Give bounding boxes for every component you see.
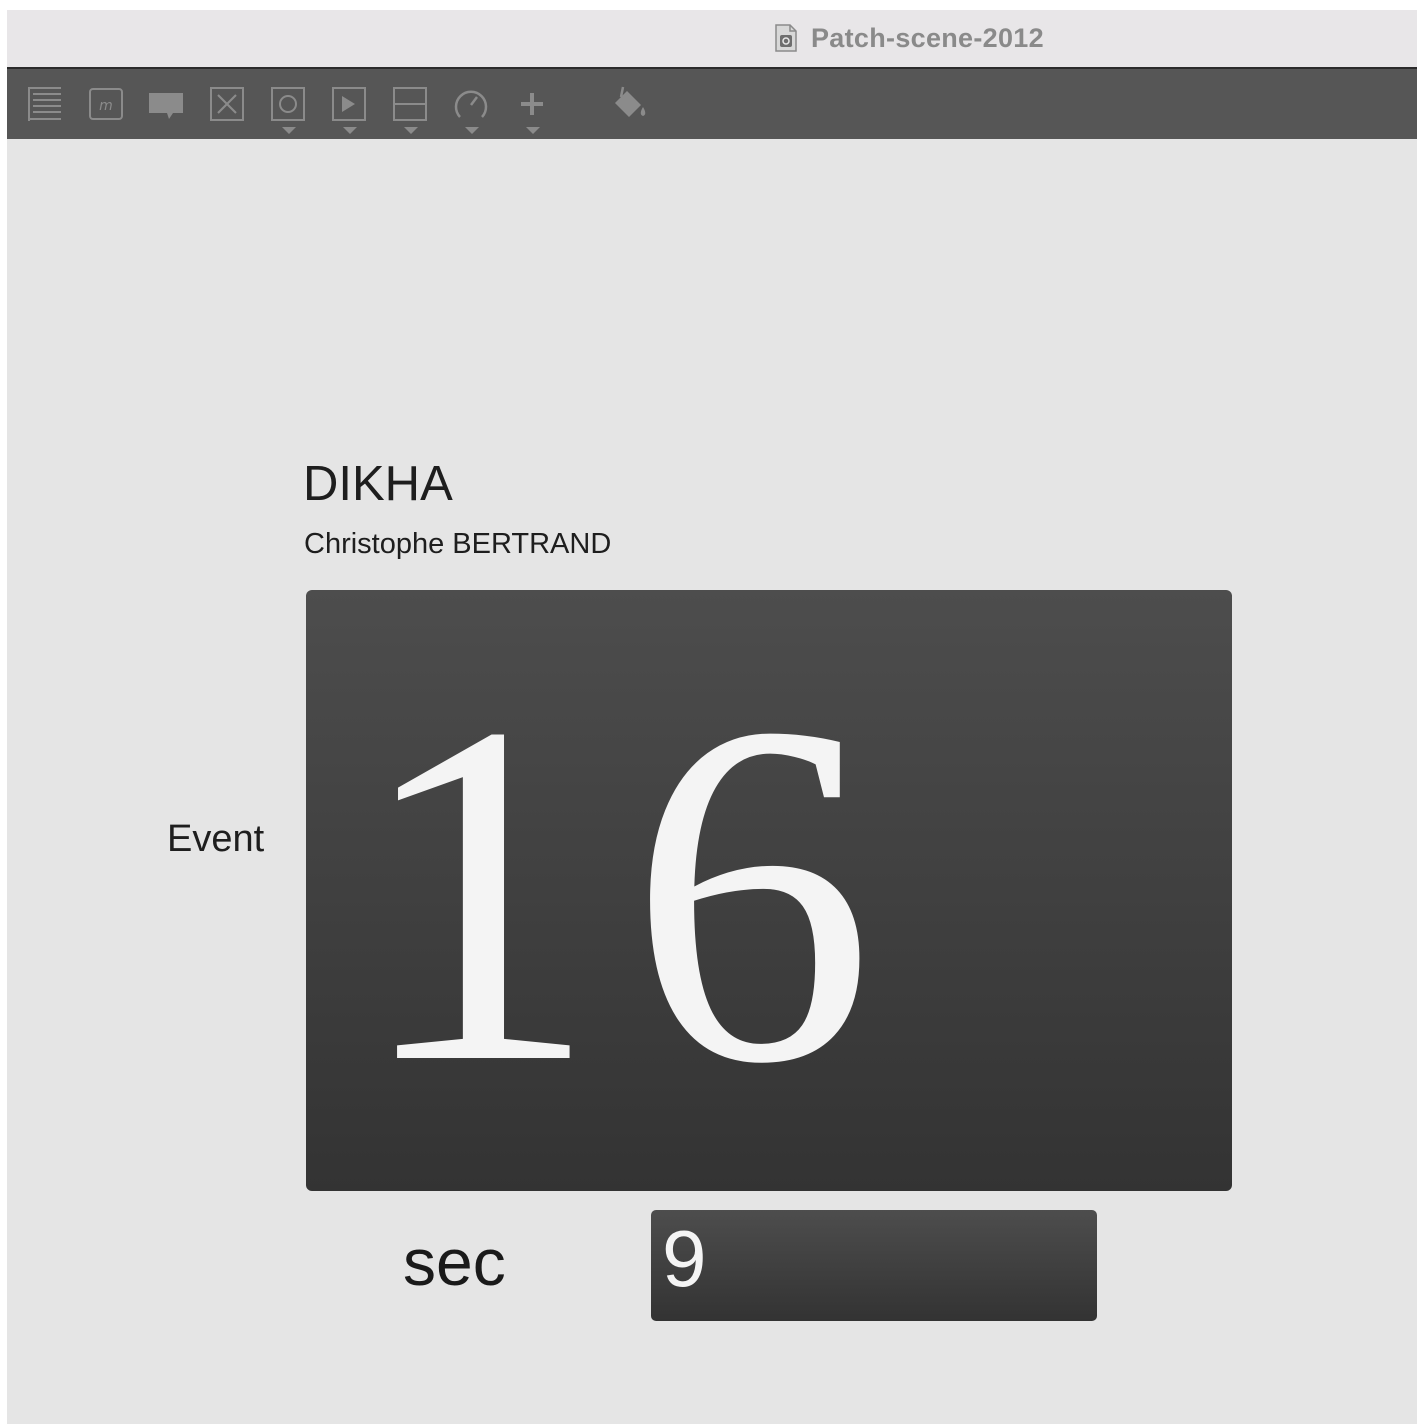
event-number: 16 — [354, 621, 904, 1164]
window-title: Patch-scene-2012 — [811, 22, 1044, 53]
seconds-value: 9 — [662, 1214, 707, 1303]
button-object-icon — [271, 87, 305, 121]
paint-bucket-icon — [615, 86, 646, 117]
toolbar: m — [7, 69, 1417, 139]
event-number-display[interactable]: 16 — [306, 590, 1232, 1191]
composer-name: Christophe BERTRAND — [304, 528, 612, 560]
dial-icon — [454, 90, 488, 118]
event-label: Event — [167, 818, 265, 860]
sec-label: sec — [403, 1225, 506, 1299]
locked-document-icon — [775, 24, 797, 52]
seconds-number-box[interactable]: 9 — [651, 1210, 1097, 1321]
title-bar[interactable]: Patch-scene-2012 — [7, 10, 1417, 69]
plus-icon — [521, 93, 543, 115]
patch-canvas[interactable]: DIKHA Christophe BERTRAND Event 16 sec 9 — [7, 139, 1417, 1424]
comment-tool-button[interactable] — [147, 85, 187, 135]
dial-tool[interactable] — [452, 85, 492, 135]
chevron-down-icon[interactable] — [282, 127, 296, 134]
chevron-down-icon[interactable] — [404, 127, 418, 134]
play-tool[interactable] — [330, 85, 370, 135]
lines-tool-button[interactable] — [25, 85, 65, 135]
slider-icon — [393, 87, 427, 121]
close-box-tool-button[interactable] — [208, 85, 248, 135]
svg-text:m: m — [99, 98, 113, 114]
patch-window: Patch-scene-2012 m DIKHA Christophe BERT… — [7, 10, 1417, 1424]
lines-icon — [28, 87, 61, 121]
comment-icon — [149, 93, 183, 119]
window-title-group: Patch-scene-2012 — [775, 20, 1044, 56]
message-icon: m — [89, 88, 123, 120]
close-box-icon — [210, 87, 244, 121]
play-icon — [332, 87, 366, 121]
button-object-tool[interactable] — [269, 85, 309, 135]
chevron-down-icon[interactable] — [343, 127, 357, 134]
slider-tool[interactable] — [391, 85, 431, 135]
message-tool-button[interactable]: m — [87, 85, 127, 135]
chevron-down-icon[interactable] — [465, 127, 479, 134]
paint-bucket-tool-button[interactable] — [609, 85, 649, 135]
add-object-tool[interactable] — [513, 85, 553, 135]
piece-title: DIKHA — [303, 457, 453, 511]
chevron-down-icon[interactable] — [526, 127, 540, 134]
